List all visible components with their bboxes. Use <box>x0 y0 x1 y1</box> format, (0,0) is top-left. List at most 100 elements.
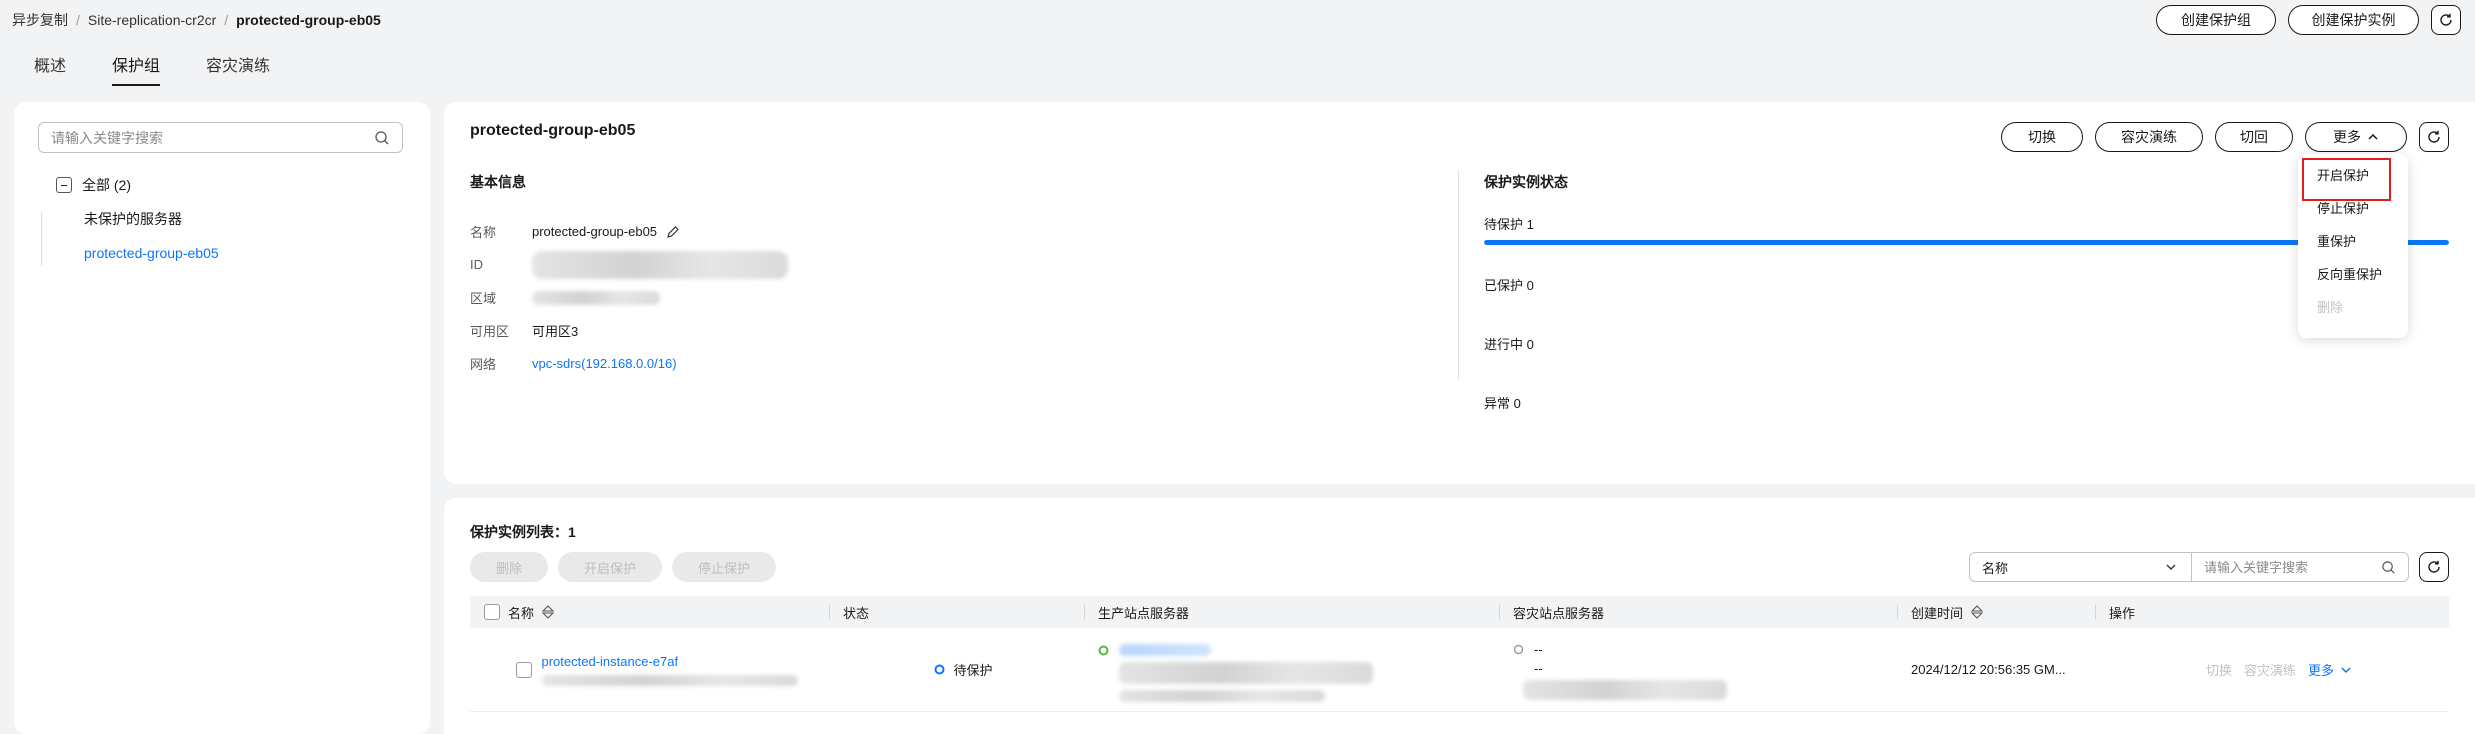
tab-dr-drill[interactable]: 容灾演练 <box>206 52 270 86</box>
network-link[interactable]: vpc-sdrs(192.168.0.0/16) <box>532 356 677 371</box>
instance-filter-bar: 名称 <box>1969 552 2449 582</box>
chevron-up-icon <box>2368 133 2378 140</box>
more-button-label: 更多 <box>2333 129 2361 145</box>
instance-name-link[interactable]: protected-instance-e7af <box>542 654 798 669</box>
breadcrumb-separator: / <box>224 12 229 28</box>
filter-input-wrap <box>2192 553 2408 581</box>
instance-filter: 名称 <box>1969 552 2409 582</box>
sort-icon[interactable] <box>1971 605 1984 619</box>
group-search-box <box>38 122 403 153</box>
row-checkbox[interactable] <box>515 661 532 678</box>
tab-protection-group[interactable]: 保护组 <box>112 52 161 86</box>
collapse-icon[interactable]: − <box>56 177 72 193</box>
dr-server-sub-value: -- <box>1534 661 1543 676</box>
bulk-stop-protection-button: 停止保护 <box>672 552 777 582</box>
status-pending-label: 待保护 1 <box>1484 217 1534 232</box>
cell-name-content: protected-instance-e7af <box>541 654 798 686</box>
instance-list-card: 保护实例列表：1 删除 开启保护 停止保护 名称 名称 状态 生产站点服务器 <box>444 498 2475 734</box>
cell-dr-server: -- -- <box>1499 628 1897 711</box>
tree-root[interactable]: − 全部 (2) <box>56 168 219 202</box>
row-switch-action: 切换 <box>2205 663 2232 678</box>
refresh-button[interactable] <box>2431 5 2461 35</box>
column-created-time: 创建时间 <box>1897 596 2095 628</box>
edit-icon[interactable] <box>666 225 680 239</box>
vertical-divider <box>1458 170 1459 380</box>
sort-icon[interactable] <box>542 605 555 619</box>
instance-search-input[interactable] <box>2204 559 2381 575</box>
refresh-icon <box>2428 560 2440 573</box>
cell-production-server <box>1084 628 1499 711</box>
column-name-label: 名称 <box>508 605 535 621</box>
blurred-id-value <box>532 250 788 279</box>
breadcrumb-item-async-replication[interactable]: 异步复制 <box>12 10 68 30</box>
info-row-name: 名称 protected-group-eb05 <box>470 215 788 248</box>
blurred-server-detail <box>1119 662 1373 684</box>
instance-list-title-label: 保护实例列表： <box>470 524 568 540</box>
column-production-server: 生产站点服务器 <box>1084 596 1499 628</box>
info-row-az: 可用区 可用区3 <box>470 314 788 347</box>
instance-status: 待保护 <box>953 663 993 678</box>
menu-item-stop-protection[interactable]: 停止保护 <box>2298 191 2408 224</box>
info-value-az: 可用区3 <box>532 324 579 339</box>
breadcrumb-item-current: protected-group-eb05 <box>236 12 381 28</box>
group-tree-panel: − 全部 (2) 未保护的服务器 protected-group-eb05 <box>14 102 430 734</box>
list-refresh-button[interactable] <box>2419 552 2449 582</box>
chevron-down-icon <box>2341 666 2351 673</box>
failback-button[interactable]: 切回 <box>2215 122 2293 152</box>
menu-item-start-protection[interactable]: 开启保护 <box>2298 158 2408 191</box>
more-button[interactable]: 更多 <box>2305 122 2407 152</box>
tab-overview[interactable]: 概述 <box>34 52 66 86</box>
chevron-down-icon <box>2166 564 2176 570</box>
tree-item-unprotected-servers[interactable]: 未保护的服务器 <box>56 202 219 236</box>
filter-field-select[interactable]: 名称 <box>1970 553 2192 581</box>
dr-drill-button[interactable]: 容灾演练 <box>2095 122 2203 152</box>
info-label-region: 区域 <box>470 291 497 306</box>
bulk-actions: 删除 开启保护 停止保护 <box>470 552 777 582</box>
info-label-name: 名称 <box>470 225 497 240</box>
dr-server-line: -- <box>1513 642 1897 657</box>
group-name-value: protected-group-eb05 <box>532 224 658 239</box>
blurred-region-value <box>532 290 660 305</box>
cell-name: protected-instance-e7af <box>470 628 829 711</box>
search-icon[interactable] <box>374 130 390 146</box>
info-row-region: 区域 <box>470 281 788 314</box>
instance-count: 1 <box>568 524 576 540</box>
dr-server-value: -- <box>1534 642 1543 657</box>
select-all-checkbox[interactable] <box>484 604 500 620</box>
row-more-action[interactable]: 更多 <box>2308 660 2352 679</box>
column-created-time-label: 创建时间 <box>1911 605 1964 621</box>
group-detail-card: protected-group-eb05 切换 容灾演练 切回 更多 基本信息 … <box>444 102 2475 484</box>
top-actions: 创建保护组 创建保护实例 <box>2156 5 2461 35</box>
group-search-input[interactable] <box>51 129 374 146</box>
tab-bar: 概述 保护组 容灾演练 <box>34 52 270 86</box>
info-value-name: protected-group-eb05 <box>532 224 680 239</box>
top-bar: 异步复制 / Site-replication-cr2cr / protecte… <box>0 0 2475 40</box>
instance-list-title: 保护实例列表：1 <box>470 522 576 542</box>
bulk-start-protection-button: 开启保护 <box>558 552 663 582</box>
create-protection-instance-button[interactable]: 创建保护实例 <box>2288 5 2419 35</box>
status-pending-icon <box>934 664 945 675</box>
column-name: 名称 <box>470 596 829 628</box>
cell-created-time: 2024/12/12 20:56:35 GM... <box>1897 628 2095 711</box>
table-header: 名称 状态 生产站点服务器 容灾站点服务器 创建时间 操作 <box>470 596 2449 628</box>
basic-info-grid: 名称 protected-group-eb05 ID 区域 可用区 可用区3 网… <box>470 215 788 380</box>
row-more-label: 更多 <box>2308 663 2335 678</box>
menu-item-reprotect[interactable]: 重保护 <box>2298 224 2408 257</box>
switch-button[interactable]: 切换 <box>2001 122 2083 152</box>
table-row: protected-instance-e7af 待保护 -- -- 2024/1… <box>470 628 2449 712</box>
info-label-az: 可用区 <box>470 324 510 339</box>
tree-item-protected-group[interactable]: protected-group-eb05 <box>56 236 219 270</box>
breadcrumb-item-site-replication[interactable]: Site-replication-cr2cr <box>88 12 216 28</box>
filter-field-value: 名称 <box>1982 560 2009 576</box>
group-actions: 切换 容灾演练 切回 更多 <box>2001 122 2449 152</box>
group-tree: − 全部 (2) 未保护的服务器 protected-group-eb05 <box>56 168 219 270</box>
info-row-network: 网络 vpc-sdrs(192.168.0.0/16) <box>470 347 788 380</box>
info-label-id: ID <box>470 257 483 272</box>
blurred-server-name <box>1119 644 1211 656</box>
cell-status: 待保护 <box>829 628 1084 711</box>
refresh-icon <box>2428 130 2440 143</box>
search-icon[interactable] <box>2381 560 2396 575</box>
group-refresh-button[interactable] <box>2419 122 2449 152</box>
create-protection-group-button[interactable]: 创建保护组 <box>2156 5 2276 35</box>
menu-item-reverse-reprotect[interactable]: 反向重保护 <box>2298 257 2408 290</box>
